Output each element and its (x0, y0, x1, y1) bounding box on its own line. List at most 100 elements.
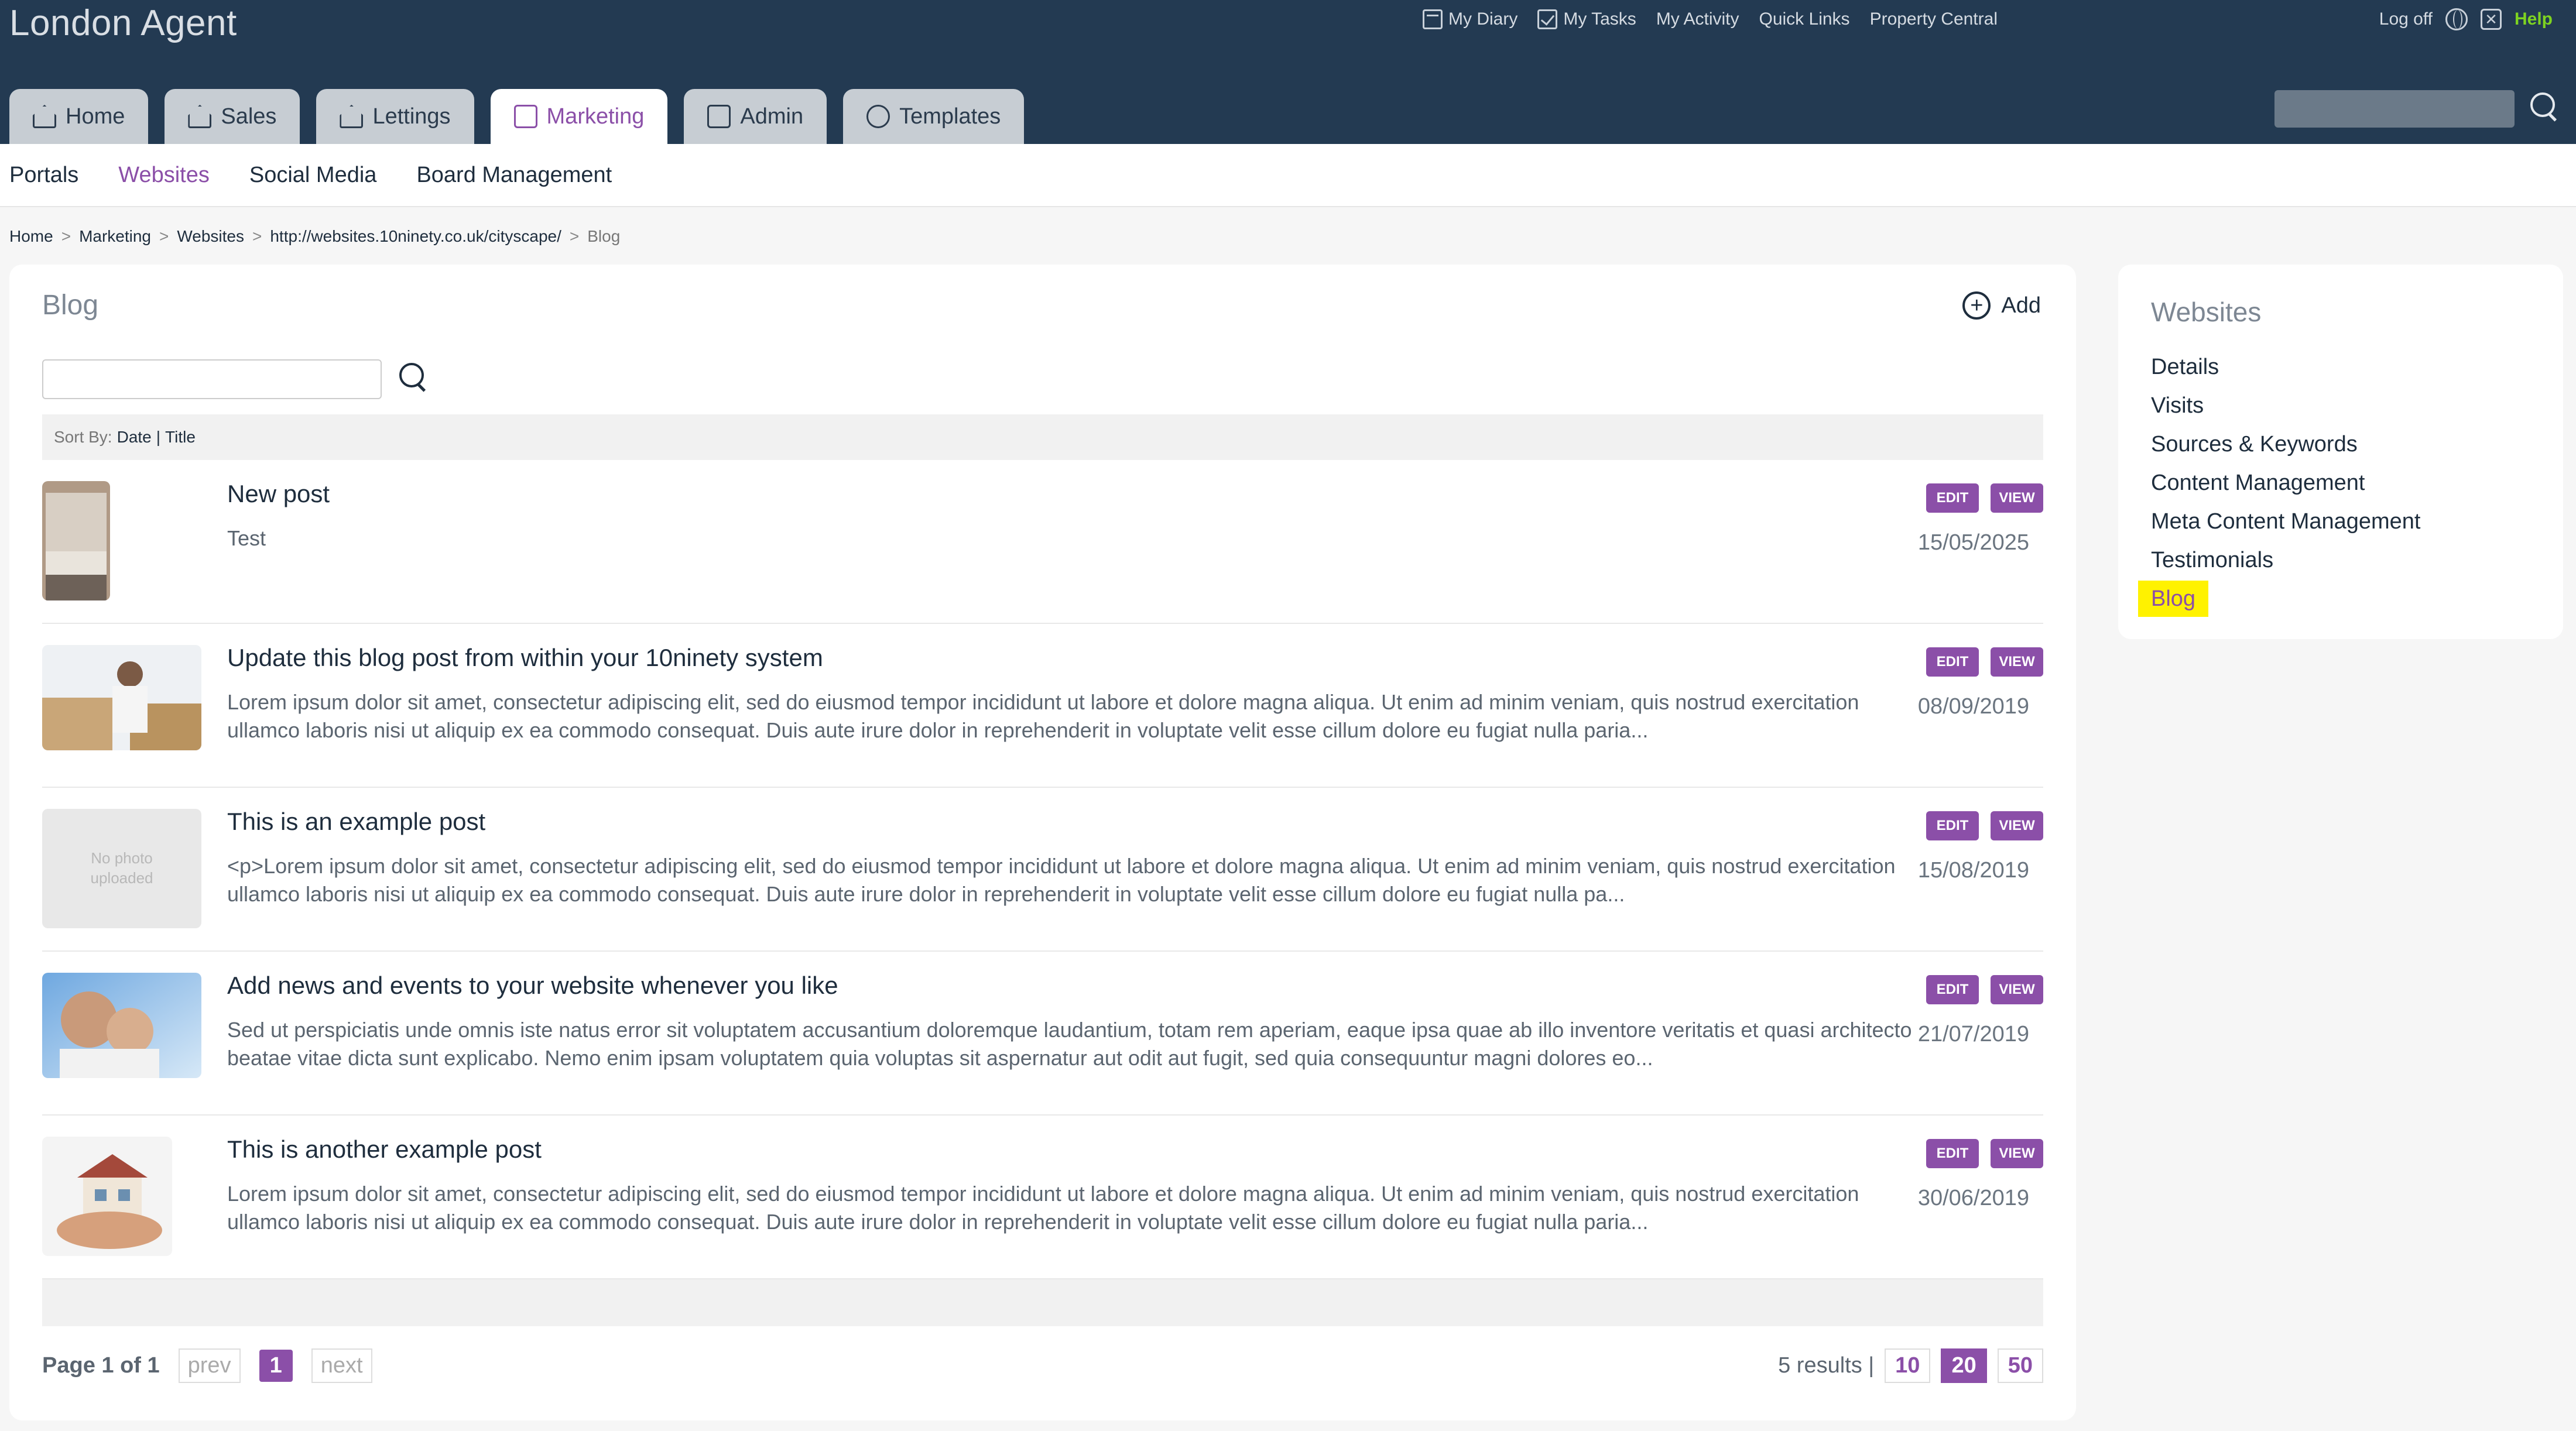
blog-panel: Blog + Add Sort By: Date | Title New pos… (9, 265, 2076, 1420)
sort-by-title[interactable]: Title (165, 428, 196, 447)
prev-page-button[interactable]: prev (178, 1348, 241, 1383)
page-size-20[interactable]: 20 (1941, 1348, 1987, 1383)
tab-templates-label: Templates (899, 104, 1001, 129)
view-button[interactable]: VIEW (1991, 975, 2043, 1004)
subnav-board-management[interactable]: Board Management (416, 163, 612, 188)
sidebar-menu: Details Visits Sources & Keywords Conten… (2138, 348, 2421, 618)
post-date: 21/07/2019 (1917, 1022, 2029, 1046)
breadcrumb-site-url[interactable]: http://websites.10ninety.co.uk/cityscape… (270, 227, 561, 246)
breadcrumb-marketing[interactable]: Marketing (79, 227, 151, 246)
post-actions: EDIT VIEW (1926, 975, 2043, 1004)
tab-marketing[interactable]: Marketing (490, 89, 668, 144)
websites-sidebar: Websites Details Visits Sources & Keywor… (2118, 265, 2563, 639)
blog-search-input[interactable] (42, 359, 382, 399)
page-size-10[interactable]: 10 (1885, 1348, 1931, 1383)
breadcrumb-home[interactable]: Home (9, 227, 53, 246)
sort-bar: Sort By: Date | Title (42, 414, 2043, 460)
tab-templates[interactable]: Templates (843, 89, 1025, 144)
edit-button[interactable]: EDIT (1926, 483, 1979, 513)
next-page-button[interactable]: next (311, 1348, 372, 1383)
quick-links-link[interactable]: Quick Links (1759, 9, 1850, 29)
sidebar-item-content-management[interactable]: Content Management (2151, 464, 2421, 502)
sidebar-item-label: Blog (2138, 581, 2209, 617)
post-thumbnail[interactable] (42, 1137, 172, 1256)
sort-separator: | (156, 428, 161, 446)
post-title[interactable]: Update this blog post from within your 1… (227, 644, 823, 672)
search-icon[interactable] (2530, 92, 2558, 121)
my-activity-link[interactable]: My Activity (1656, 9, 1739, 29)
tab-lettings[interactable]: Lettings (316, 89, 474, 144)
sidebar-item-meta-content-management[interactable]: Meta Content Management (2151, 502, 2421, 541)
property-central-link[interactable]: Property Central (1870, 9, 1998, 29)
tab-lettings-label: Lettings (372, 104, 451, 129)
x-icon[interactable]: ✕ (2480, 9, 2502, 30)
breadcrumb-websites[interactable]: Websites (177, 227, 244, 246)
post-thumbnail-placeholder[interactable]: No photo uploaded (42, 809, 201, 928)
post-actions: EDIT VIEW (1926, 483, 2043, 513)
home-icon (33, 105, 56, 128)
sidebar-item-label: Testimonials (2151, 548, 2274, 572)
post-title[interactable]: This is another example post (227, 1135, 542, 1164)
view-button[interactable]: VIEW (1991, 811, 2043, 840)
post-thumbnail[interactable] (42, 645, 201, 750)
post-title[interactable]: Add news and events to your website when… (227, 972, 838, 1000)
post-excerpt: Test (227, 526, 266, 550)
edit-button[interactable]: EDIT (1926, 1139, 1979, 1168)
tab-sales-label: Sales (221, 104, 277, 129)
tab-marketing-label: Marketing (546, 104, 645, 129)
pagination: Page 1 of 1 prev 1 next (42, 1348, 372, 1383)
tab-home[interactable]: Home (9, 89, 149, 144)
current-page[interactable]: 1 (259, 1350, 293, 1382)
sidebar-item-blog[interactable]: Blog (2138, 579, 2421, 618)
app-title: London Agent (9, 3, 237, 43)
post-title[interactable]: New post (227, 480, 330, 508)
post-thumbnail[interactable] (42, 973, 201, 1078)
view-button[interactable]: VIEW (1991, 1139, 2043, 1168)
post-excerpt: <p>Lorem ipsum dolor sit amet, consectet… (227, 854, 1896, 906)
edit-button[interactable]: EDIT (1926, 647, 1979, 677)
sidebar-item-visits[interactable]: Visits (2151, 386, 2421, 425)
post-actions: EDIT VIEW (1926, 811, 2043, 840)
page-size-50[interactable]: 50 (1997, 1348, 2043, 1383)
page-info: Page 1 of 1 (42, 1353, 160, 1378)
tab-admin[interactable]: Admin (684, 89, 827, 144)
sub-nav: Portals Websites Social Media Board Mana… (0, 144, 2576, 207)
globe-icon[interactable] (2445, 8, 2468, 30)
logoff-link[interactable]: Log off (2379, 9, 2433, 29)
view-button[interactable]: VIEW (1991, 483, 2043, 513)
edit-button[interactable]: EDIT (1926, 975, 1979, 1004)
sort-by-date[interactable]: Date (117, 428, 152, 447)
add-post-button[interactable]: + Add (1962, 291, 2041, 320)
sidebar-item-testimonials[interactable]: Testimonials (2151, 541, 2421, 579)
post-thumbnail[interactable] (42, 481, 110, 600)
subnav-portals[interactable]: Portals (9, 163, 78, 188)
header-search-input[interactable] (2274, 90, 2515, 128)
my-tasks-label: My Tasks (1563, 9, 1636, 29)
blog-search-button[interactable] (393, 359, 434, 400)
subnav-websites[interactable]: Websites (118, 163, 210, 188)
house-icon (188, 105, 212, 128)
breadcrumb-separator: > (252, 227, 262, 245)
templates-icon (866, 105, 890, 128)
my-diary-link[interactable]: My Diary (1423, 9, 1517, 29)
sidebar-item-details[interactable]: Details (2151, 348, 2421, 386)
diary-icon (1423, 9, 1443, 29)
breadcrumb-separator: > (569, 227, 580, 245)
help-link[interactable]: Help (2515, 9, 2553, 29)
view-button[interactable]: VIEW (1991, 647, 2043, 677)
post-title[interactable]: This is an example post (227, 808, 485, 836)
marketing-icon (513, 105, 537, 128)
breadcrumb-current: Blog (587, 227, 621, 245)
tab-home-label: Home (66, 104, 125, 129)
add-label: Add (2001, 293, 2041, 318)
tab-sales[interactable]: Sales (165, 89, 300, 144)
post-actions: EDIT VIEW (1926, 647, 2043, 677)
my-tasks-link[interactable]: My Tasks (1537, 9, 1636, 29)
subnav-social-media[interactable]: Social Media (249, 163, 377, 188)
edit-button[interactable]: EDIT (1926, 811, 1979, 840)
sidebar-item-sources-keywords[interactable]: Sources & Keywords (2151, 425, 2421, 464)
sidebar-item-label: Sources & Keywords (2151, 432, 2358, 457)
post-actions: EDIT VIEW (1926, 1139, 2043, 1168)
top-links: My Diary My Tasks My Activity Quick Link… (1423, 9, 1998, 29)
sort-label: Sort By: (54, 428, 112, 446)
